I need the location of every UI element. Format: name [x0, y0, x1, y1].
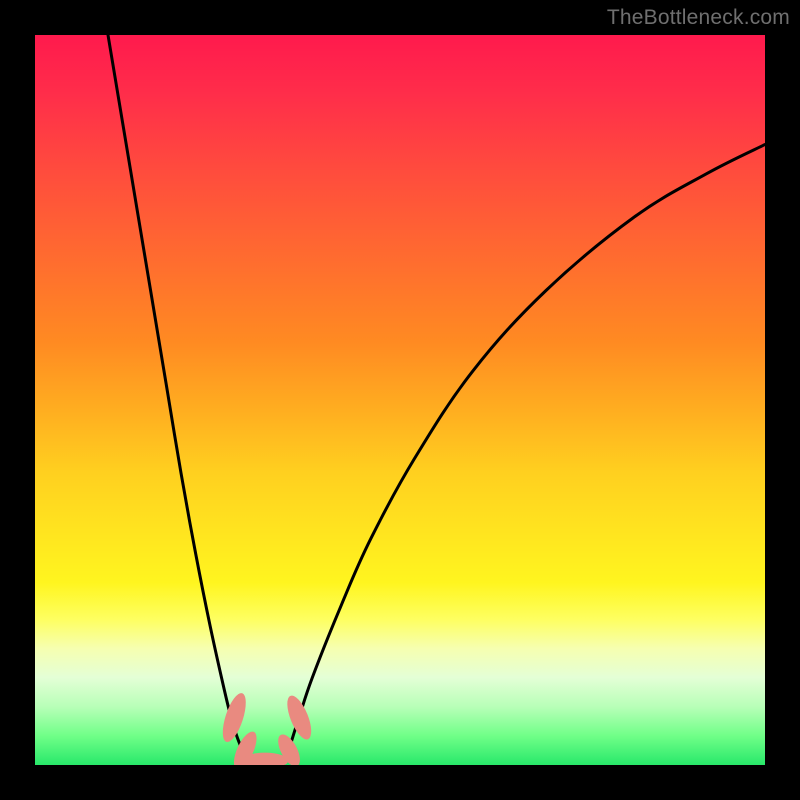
- right-cluster-upper: [282, 693, 316, 743]
- chart-frame: TheBottleneck.com: [0, 0, 800, 800]
- curve-overlay: [35, 35, 765, 765]
- plot-area: [35, 35, 765, 765]
- marker-group: [218, 691, 316, 765]
- bottleneck-curve: [108, 35, 765, 765]
- curve-group: [108, 35, 765, 765]
- watermark-text: TheBottleneck.com: [607, 6, 790, 30]
